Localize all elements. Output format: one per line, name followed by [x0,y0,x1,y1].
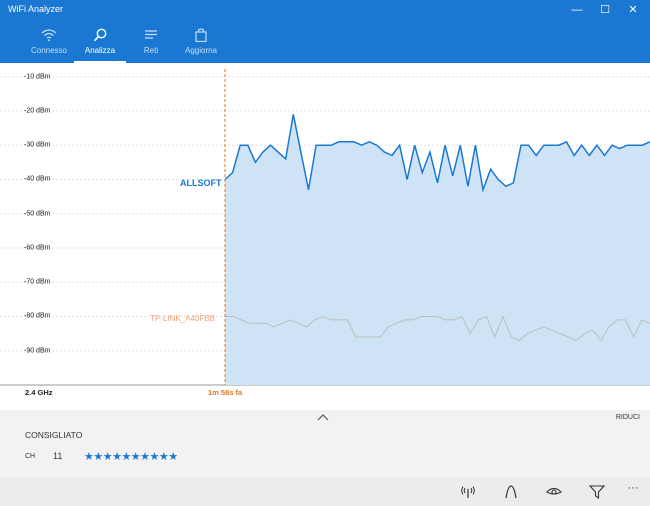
close-button[interactable]: ✕ [618,0,648,20]
y-tick-label: -80 dBm [24,312,51,320]
band-label: 2.4 GHz [25,388,53,397]
time-marker-label: 1m 58s fa [208,388,243,397]
list-icon [145,30,157,39]
signal-chart-svg [0,69,650,386]
signal-chart: -10 dBm -20 dBm -30 dBm -40 dBm -50 dBm -60 d… [0,63,650,410]
collapse-button[interactable]: RIDUCI [616,414,640,421]
shopping-bag-icon [195,28,207,42]
section-title: CONSIGLIATO [25,430,83,440]
network-label-tplink[interactable]: TP-LINK_A40FBB [150,314,215,323]
channel-value: 11 [53,451,63,461]
network-label-allsoft[interactable]: ALLSOFT [180,178,222,188]
eye-icon [546,487,562,495]
chevron-up-icon[interactable] [316,412,330,422]
tab-aggiorna[interactable]: Aggiorna [180,22,222,63]
view-button[interactable] [542,482,566,502]
y-tick-label: -20 dBm [24,107,51,115]
tab-analizza-label: Analizza [84,46,116,55]
y-tick-label: -90 dBm [24,347,51,355]
recommendation-panel: RIDUCI CONSIGLIATO CH 11 ★★★★★★★★★★ [0,410,650,477]
y-tick-label: -40 dBm [24,175,51,183]
signal-button[interactable] [456,482,480,502]
y-tick-label: -60 dBm [24,244,51,252]
tab-connesso[interactable]: Connesso [26,22,72,63]
peak-curve-icon [505,485,517,499]
signal-tower-icon [461,486,475,498]
title-bar: WiFi Analyzer — ☐ ✕ [0,0,650,20]
more-button[interactable]: ··· [621,482,645,502]
nav-bar: Connesso Analizza Reti Aggiorna [0,22,650,63]
search-icon [93,28,107,42]
y-tick-label: -30 dBm [24,141,51,149]
filter-button[interactable] [585,482,609,502]
app-title: WiFi Analyzer [8,4,64,14]
tab-connesso-label: Connesso [30,46,68,55]
y-tick-label: -70 dBm [24,278,51,286]
filter-icon [589,485,605,499]
series-area-allsoft [225,114,650,386]
y-tick-label: -10 dBm [24,73,51,81]
wifi-icon [41,29,57,42]
channel-label: CH [25,453,36,460]
y-tick-label: -50 dBm [24,210,51,218]
tab-reti-label: Reti [143,46,159,55]
tab-analizza[interactable]: Analizza [74,22,126,63]
command-bar: ··· [0,477,650,506]
channel-rating: ★★★★★★★★★★ [84,451,178,463]
tab-reti[interactable]: Reti [134,22,168,63]
app-header: WiFi Analyzer — ☐ ✕ Connesso Analizza Re… [0,0,650,63]
peak-button[interactable] [499,482,523,502]
tab-aggiorna-label: Aggiorna [184,46,218,55]
minimize-button[interactable]: — [562,0,592,20]
maximize-button[interactable]: ☐ [590,0,620,20]
